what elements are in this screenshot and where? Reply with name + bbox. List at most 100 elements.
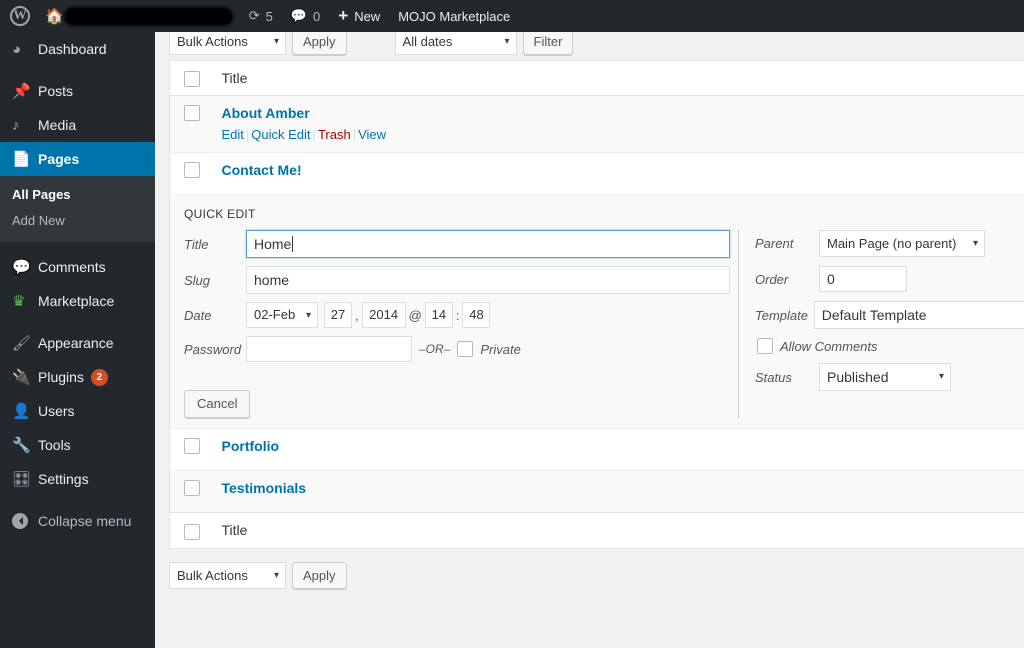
row-action-edit[interactable]: Edit [222, 127, 244, 142]
submenu-item-all-pages[interactable]: All Pages [0, 182, 155, 208]
row-action-trash[interactable]: Trash [318, 127, 351, 142]
pin-icon: 📌 [12, 83, 31, 100]
quick-edit-title-value: Home [254, 236, 292, 253]
sidebar-item-label: Settings [38, 471, 89, 487]
table-header-row: Title [169, 60, 1024, 96]
page-title-link[interactable]: About Amber [222, 105, 310, 121]
filter-button[interactable]: Filter [522, 32, 574, 55]
sidebar-item-media[interactable]: ♪ Media [0, 108, 155, 142]
sidebar-item-appearance[interactable]: 🖌 Appearance [0, 326, 155, 360]
admin-bar: W 🏠 ⟳ 5 💬 0 + New MOJO Marketplace [0, 0, 1024, 32]
quick-edit-title-input[interactable]: Home [246, 230, 730, 259]
bulk-actions-select-top[interactable]: Bulk Actions [169, 32, 286, 55]
site-name-menu-item[interactable]: 🏠 [36, 0, 240, 32]
comment-bubble-icon: 💬 [290, 8, 308, 23]
row-action-view[interactable]: View [358, 127, 386, 142]
quick-edit-minute-input[interactable]: 48 [462, 302, 491, 329]
page-title-link[interactable]: Testimonials [222, 480, 307, 496]
new-label: New [354, 8, 381, 24]
bulk-actions-select-bottom[interactable]: Bulk Actions [169, 562, 286, 590]
dashboard-icon: ◕ [12, 40, 22, 58]
table-row[interactable]: Contact Me! [169, 152, 1024, 195]
column-header-title[interactable]: Title [211, 60, 1024, 96]
quick-edit-slug-input[interactable] [246, 266, 730, 295]
select-all-checkbox-bottom[interactable] [184, 523, 200, 540]
quick-edit-right-column: Parent Main Page (no parent) Order Templ… [738, 230, 1024, 419]
quick-edit-cell: QUICK EDIT Title Home Slug home Date 02-… [169, 194, 1024, 429]
cancel-button[interactable]: Cancel [184, 390, 251, 419]
date-filter-select[interactable]: All dates [394, 32, 517, 55]
comments-menu-item[interactable]: 💬 0 [282, 0, 329, 32]
sidebar-item-posts[interactable]: 📌 Posts [0, 74, 155, 108]
tablenav-bottom: Bulk Actions Apply [169, 561, 1024, 591]
date-comma: , [355, 307, 359, 323]
tablenav-top: Bulk Actions Apply All dates Filter [169, 32, 1024, 56]
admin-sidebar-menu: ◕ Dashboard 📌 Posts ♪ Media 📄 Pages All … [0, 32, 155, 648]
apply-button-top[interactable]: Apply [292, 32, 347, 55]
private-checkbox[interactable] [457, 341, 474, 358]
quick-edit-month-select[interactable]: 02-Feb [246, 302, 318, 329]
apply-button-bottom[interactable]: Apply [292, 562, 347, 590]
row-title-cell: Testimonials [212, 471, 1024, 513]
quick-edit-password-label: Password [184, 341, 242, 357]
sidebar-item-settings[interactable]: 🎛 Settings [0, 462, 155, 496]
sidebar-item-label: Plugins [38, 369, 84, 385]
quick-edit-hour-input[interactable]: 14 [424, 302, 453, 329]
quick-edit-year-input[interactable]: 2014 [361, 302, 406, 329]
quick-edit-status-select[interactable]: Published [819, 363, 951, 392]
settings-sliders-icon: 🎛 [12, 471, 32, 488]
menu-separator [0, 318, 155, 326]
row-select-checkbox[interactable] [184, 104, 200, 121]
date-at-symbol: @ [408, 307, 422, 323]
marketplace-icon: ♛ [12, 293, 26, 310]
site-name-redacted [65, 8, 231, 24]
sidebar-item-plugins[interactable]: 🔌 Plugins 2 [0, 360, 155, 394]
select-all-checkbox-top[interactable] [184, 71, 200, 88]
home-icon: 🏠 [45, 7, 64, 25]
collapse-menu-button[interactable]: Collapse menu [0, 504, 155, 538]
select-all-footer-cell [169, 512, 212, 549]
row-checkbox-cell [170, 153, 212, 195]
sidebar-item-label: Tools [38, 437, 71, 453]
row-select-checkbox[interactable] [184, 161, 200, 178]
sidebar-item-tools[interactable]: 🔧 Tools [0, 428, 155, 462]
submenu-item-add-new[interactable]: Add New [0, 208, 155, 234]
row-select-checkbox[interactable] [184, 479, 200, 496]
page-title-link[interactable]: Portfolio [222, 438, 280, 454]
row-actions: Edit | Quick Edit | Trash | View [221, 127, 387, 143]
table-row[interactable]: About Amber Edit | Quick Edit | Trash | View [169, 95, 1024, 153]
table-row[interactable]: Portfolio [169, 428, 1024, 471]
quick-edit-order-row: Order [755, 266, 1024, 293]
sidebar-item-marketplace[interactable]: ♛ Marketplace [0, 284, 155, 318]
sidebar-item-label: Dashboard [38, 41, 107, 57]
quick-edit-actions: Cancel [184, 390, 732, 419]
updates-menu-item[interactable]: ⟳ 5 [240, 0, 282, 32]
quick-edit-order-input[interactable] [819, 266, 907, 293]
row-checkbox-cell [170, 96, 212, 153]
quick-edit-template-select[interactable] [813, 301, 1024, 330]
row-select-checkbox[interactable] [184, 437, 200, 454]
allow-comments-checkbox[interactable] [757, 338, 773, 355]
sidebar-item-dashboard[interactable]: ◕ Dashboard [0, 32, 155, 66]
wp-logo-menu-item[interactable]: W [0, 0, 36, 32]
page-title-link[interactable]: Contact Me! [222, 162, 302, 178]
sidebar-item-users[interactable]: 👤 Users [0, 394, 155, 428]
table-head: Title [169, 60, 1024, 96]
wrench-icon: 🔧 [12, 437, 31, 454]
quick-edit-password-input[interactable] [246, 336, 412, 363]
table-row[interactable]: Testimonials [169, 470, 1024, 513]
row-action-quick-edit[interactable]: Quick Edit [251, 127, 310, 142]
quick-edit-comments-row: Allow Comments [755, 338, 1024, 355]
quick-edit-title-label: Title [184, 236, 209, 252]
quick-edit-legend: QUICK EDIT [184, 207, 256, 222]
column-footer-title[interactable]: Title [211, 512, 1024, 549]
mojo-marketplace-menu-item[interactable]: MOJO Marketplace [389, 0, 519, 32]
quick-edit-parent-select[interactable]: Main Page (no parent) [819, 230, 985, 258]
sidebar-item-label: Media [38, 117, 77, 133]
quick-edit-day-input[interactable]: 27 [324, 302, 352, 329]
sidebar-item-pages[interactable]: 📄 Pages [0, 142, 155, 176]
sidebar-item-comments[interactable]: 💬 Comments [0, 250, 155, 284]
paintbrush-icon: 🖌 [12, 335, 32, 352]
new-content-menu-item[interactable]: + New [329, 0, 389, 32]
mojo-marketplace-label: MOJO Marketplace [398, 8, 511, 24]
